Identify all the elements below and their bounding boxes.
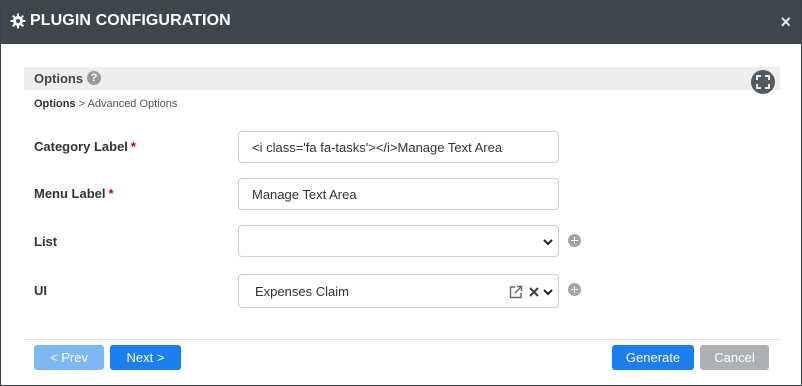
footer-divider [24, 339, 780, 340]
close-icon[interactable]: × [780, 13, 791, 31]
ui-label: UI [34, 283, 47, 298]
category-label-label: Category Label * [34, 139, 136, 154]
ui-label-text: UI [34, 283, 47, 298]
options-section-header: Options ? [24, 67, 780, 90]
gear-icon [10, 13, 26, 29]
menu-label-text: Menu Label [34, 186, 106, 201]
chevron-down-icon [543, 239, 553, 246]
category-label-text: Category Label [34, 139, 128, 154]
list-label: List [34, 234, 57, 249]
add-ui-icon[interactable] [568, 283, 581, 296]
clear-x-icon[interactable] [529, 287, 539, 297]
prev-button[interactable]: < Prev [34, 345, 104, 370]
ui-value: Expenses Claim [255, 284, 349, 299]
options-heading: Options [34, 71, 84, 86]
required-marker: * [108, 186, 114, 201]
question-circle-icon[interactable]: ? [87, 71, 101, 85]
dialog-title: PLUGIN CONFIGURATION [30, 12, 231, 29]
breadcrumb-next: Advanced Options [87, 98, 178, 110]
generate-button[interactable]: Generate [612, 345, 694, 370]
breadcrumb: Options > Advanced Options [34, 98, 177, 110]
breadcrumb-current: Options [34, 98, 76, 110]
chevron-down-icon [543, 289, 553, 296]
expand-icon[interactable] [751, 70, 775, 94]
ui-select[interactable]: Expenses Claim [238, 274, 559, 308]
menu-label-input[interactable]: Manage Text Area [238, 178, 559, 210]
category-label-value: <i class='fa fa-tasks'></i>Manage Text A… [252, 140, 503, 155]
cancel-button[interactable]: Cancel [700, 345, 769, 370]
menu-label-value: Manage Text Area [252, 187, 357, 202]
list-select[interactable] [238, 225, 559, 257]
next-button[interactable]: Next > [110, 345, 181, 370]
required-marker: * [130, 139, 136, 154]
category-label-input[interactable]: <i class='fa fa-tasks'></i>Manage Text A… [238, 131, 559, 163]
menu-label-label: Menu Label * [34, 186, 114, 201]
breadcrumb-separator: > [75, 98, 88, 110]
list-label-text: List [34, 234, 58, 249]
external-edit-icon[interactable] [509, 285, 523, 299]
plugin-configuration-dialog: PLUGIN CONFIGURATION × Options ? Options… [0, 0, 802, 386]
add-list-icon[interactable] [568, 234, 581, 247]
dialog-titlebar: PLUGIN CONFIGURATION × [1, 1, 801, 44]
